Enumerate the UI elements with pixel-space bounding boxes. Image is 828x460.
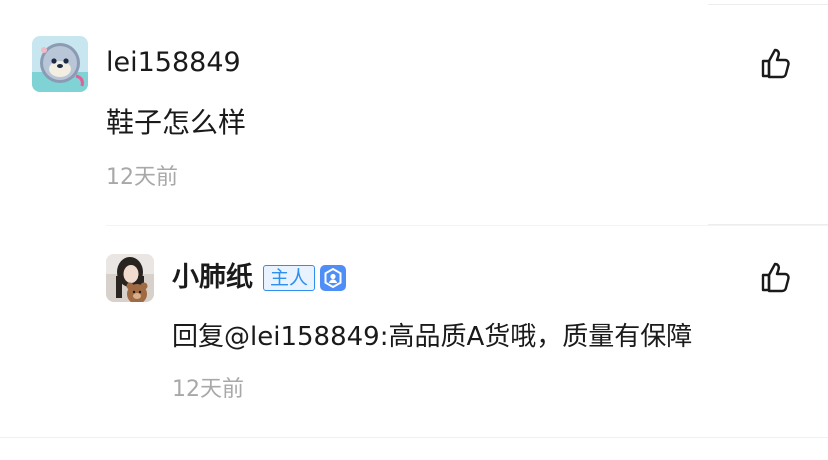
comment-username[interactable]: lei158849 — [106, 47, 241, 79]
top-divider — [708, 4, 828, 5]
bottom-divider — [0, 437, 828, 438]
owner-badge: 主人 — [263, 265, 316, 291]
avatar[interactable] — [106, 254, 154, 302]
reply-username[interactable]: 小肺纸 — [172, 262, 253, 294]
verified-user-icon — [320, 265, 346, 291]
avatar[interactable] — [32, 36, 88, 92]
thumbs-up-icon[interactable] — [760, 46, 794, 80]
reply-divider — [106, 225, 828, 226]
comment-text: 鞋子怎么样 — [106, 106, 247, 139]
reply-time: 12天前 — [172, 377, 244, 402]
otter-avatar-icon — [32, 36, 88, 92]
girl-with-bear-avatar-icon — [106, 254, 154, 302]
thumbs-up-icon[interactable] — [760, 260, 794, 294]
reply-text: 回复@lei158849:高品质A货哦，质量有保障 — [172, 322, 693, 352]
comment-thread: lei158849 鞋子怎么样 12天前 小肺纸 主人 回复@lei158849… — [0, 0, 828, 460]
comment-time: 12天前 — [106, 165, 178, 190]
